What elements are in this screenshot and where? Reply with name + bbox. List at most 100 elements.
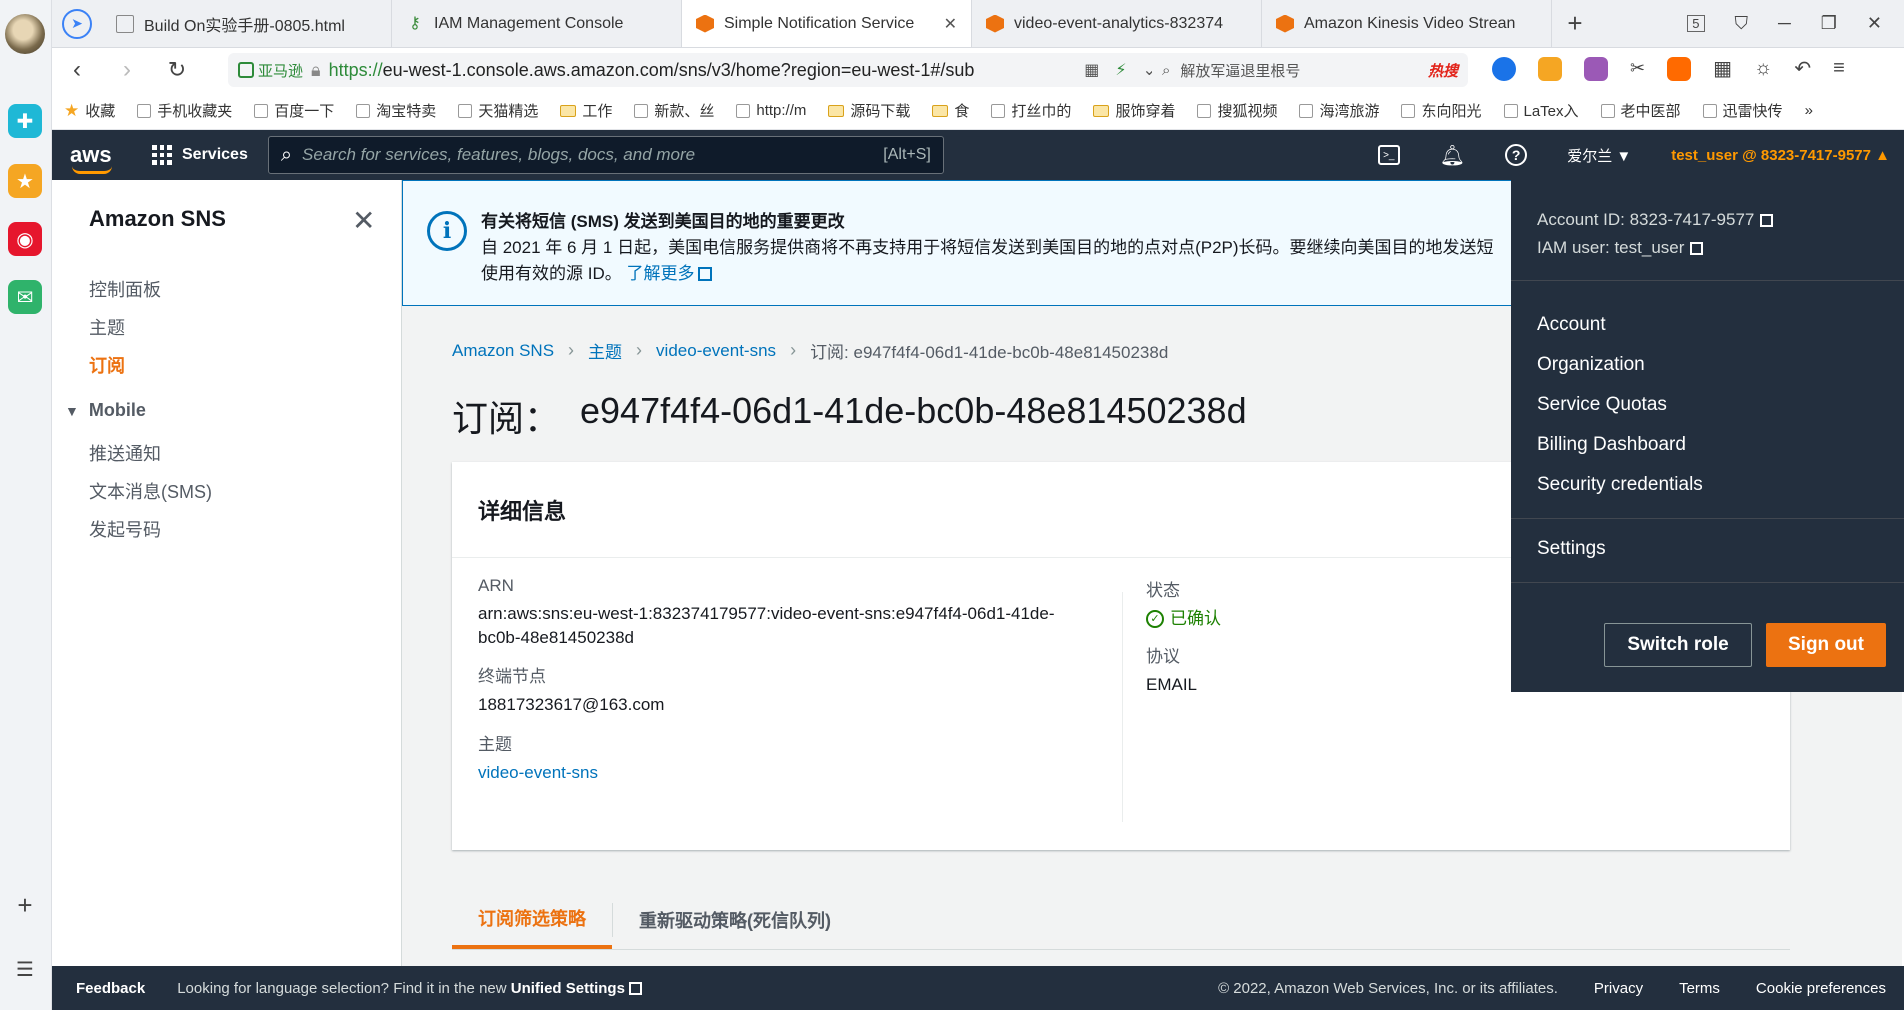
favorites-star-icon[interactable]: ★ (8, 164, 42, 198)
menu-item-organization[interactable]: Organization (1537, 354, 1645, 376)
menu-item-service-quotas[interactable]: Service Quotas (1537, 394, 1667, 416)
shield-extension-icon[interactable] (1538, 56, 1562, 81)
breadcrumb-item[interactable]: 主题 (588, 338, 622, 363)
aws-footer: Feedback Looking for language selection?… (52, 966, 1904, 1010)
tab-counter-icon[interactable]: 5 (1687, 15, 1705, 32)
bookmark-item[interactable]: 手机收藏夹 (137, 100, 232, 121)
aws-search-input[interactable]: ⌕ Search for services, features, blogs, … (267, 136, 944, 174)
bookmark-item[interactable]: 东向阳光 (1401, 100, 1482, 121)
bookmark-item[interactable]: 天猫精选 (458, 100, 538, 121)
bookmark-item[interactable]: LaTex入 (1503, 100, 1579, 121)
bookmark-item[interactable]: 食 (932, 100, 969, 121)
navigation-compass-icon[interactable]: ➤ (62, 8, 92, 39)
aws-logo[interactable]: aws (70, 142, 134, 174)
bookmarks-overflow-icon[interactable]: » (1805, 102, 1813, 119)
qr-code-icon[interactable]: ▦ (1084, 60, 1099, 80)
terms-link[interactable]: Terms (1679, 980, 1720, 997)
browser-tab-active[interactable]: Simple Notification Service ✕ (682, 0, 972, 47)
browser-tab[interactable]: Amazon Kinesis Video Strean (1262, 0, 1552, 47)
switch-role-button[interactable]: Switch role (1604, 623, 1752, 667)
sidebar-item-origination-numbers[interactable]: 发起号码 (89, 516, 161, 542)
brightness-icon[interactable]: ☼ (1754, 57, 1772, 80)
learn-more-link[interactable]: 了解更多 (626, 264, 713, 283)
bookmark-item[interactable]: 海湾旅游 (1299, 100, 1379, 121)
copy-icon[interactable] (1690, 242, 1704, 255)
help-icon[interactable]: ? (1505, 144, 1528, 166)
breadcrumb: Amazon SNS › 主题 › video-event-sns › 订阅: … (452, 338, 1168, 363)
sidebar-item-subscriptions[interactable]: 订阅 (89, 352, 125, 378)
close-icon[interactable]: ✕ (352, 204, 375, 237)
sidebar-item-sms[interactable]: 文本消息(SMS) (89, 478, 212, 504)
bookmark-item[interactable]: ★ 收藏 (64, 100, 115, 121)
region-selector[interactable]: 爱尔兰 ▼ (1567, 145, 1631, 166)
restore-icon[interactable]: ❐ (1821, 13, 1837, 34)
forward-icon[interactable]: › (102, 56, 152, 84)
copy-icon[interactable] (1760, 214, 1774, 227)
menu-item-settings[interactable]: Settings (1537, 538, 1606, 560)
browser-tab[interactable]: video-event-analytics-832374 (972, 0, 1262, 47)
bookmark-item[interactable]: 源码下载 (828, 100, 910, 121)
cloudshell-icon[interactable]: >_ (1377, 145, 1400, 165)
minimize-icon[interactable]: ─ (1778, 13, 1791, 34)
feedback-button[interactable]: Feedback (76, 980, 145, 997)
apps-grid-icon[interactable]: ▦ (1713, 56, 1732, 81)
flash-title: 有关将短信 (SMS) 发送到美国目的地的重要更改 (481, 212, 845, 231)
translate-icon[interactable]: ✚ (8, 104, 42, 138)
sign-out-button[interactable]: Sign out (1766, 623, 1886, 667)
sidebar-item-dashboard[interactable]: 控制面板 (89, 276, 161, 302)
back-icon[interactable]: ‹ (52, 56, 102, 84)
cookie-preferences-link[interactable]: Cookie preferences (1756, 980, 1886, 997)
menu-item-security-credentials[interactable]: Security credentials (1537, 474, 1703, 496)
hot-search-badge[interactable]: 热搜 (1428, 60, 1458, 81)
sidebar-section-mobile[interactable]: ▼ Mobile (65, 400, 146, 421)
bookmark-item[interactable]: 百度一下 (254, 100, 334, 121)
menu-item-billing-dashboard[interactable]: Billing Dashboard (1537, 434, 1686, 456)
bookmark-item[interactable]: 工作 (560, 100, 612, 121)
tab-filter-policy[interactable]: 订阅筛选策略 (452, 890, 612, 949)
bookmark-item[interactable]: 老中医部 (1600, 100, 1681, 121)
breadcrumb-item[interactable]: video-event-sns (656, 341, 776, 361)
bookmark-item[interactable]: 打丝巾的 (991, 100, 1071, 121)
close-tab-icon[interactable]: ✕ (944, 14, 957, 34)
undo-icon[interactable]: ↶ (1794, 56, 1811, 81)
tab-redrive-policy[interactable]: 重新驱动策略(死信队列) (613, 890, 857, 949)
url-input[interactable]: 亚马逊 🔒︎ https://eu-west-1.console.aws.ama… (228, 53, 1166, 87)
browser-tab[interactable]: Build On实验手册-0805.html (102, 0, 392, 47)
menu-list-icon[interactable]: ☰ (8, 952, 42, 986)
bookmark-item[interactable]: 服饰穿着 (1093, 100, 1175, 121)
mail-icon[interactable]: ✉ (8, 280, 42, 314)
translate-extension-icon[interactable] (1584, 56, 1608, 81)
user-avatar[interactable] (5, 14, 45, 54)
shirt-skin-icon[interactable]: ⛉ (1735, 13, 1749, 34)
scissors-icon[interactable]: ✂ (1630, 58, 1645, 79)
weibo-icon[interactable]: ◉ (8, 222, 42, 256)
notifications-bell-icon[interactable]: 🔔︎ (1440, 143, 1465, 168)
certificate-badge[interactable]: 亚马逊 (238, 60, 303, 81)
breadcrumb-item[interactable]: Amazon SNS (452, 341, 554, 361)
bookmark-item[interactable]: 迅雷快传 (1702, 100, 1783, 121)
unified-settings-link[interactable]: Unified Settings (511, 980, 625, 997)
browser-menu-icon[interactable]: ≡ (1833, 57, 1845, 80)
privacy-link[interactable]: Privacy (1594, 980, 1643, 997)
close-window-icon[interactable]: ✕ (1867, 13, 1882, 34)
bookmark-item[interactable]: 搜狐视频 (1197, 100, 1277, 121)
menu-item-account[interactable]: Account (1537, 314, 1606, 336)
sidebar-item-push[interactable]: 推送通知 (89, 440, 161, 466)
services-menu-button[interactable]: Services (152, 145, 248, 165)
reload-icon[interactable]: ↻ (152, 57, 202, 83)
browser-search-input[interactable]: ⌕ 解放军逼退里根号 热搜 (1152, 53, 1468, 87)
services-grid-icon (152, 145, 172, 165)
game-icon[interactable] (1667, 56, 1692, 81)
bookmark-item[interactable]: 新款、丝 (634, 100, 714, 121)
lightning-icon[interactable]: ⚡︎ (1115, 60, 1126, 80)
bookmark-item[interactable]: http://m (736, 102, 806, 119)
new-tab-button[interactable]: + (1552, 0, 1598, 47)
account-menu-button[interactable]: test_user @ 8323-7417-9577 ▲ (1671, 147, 1890, 164)
add-icon[interactable]: + (8, 888, 42, 922)
chevron-right-icon: › (636, 340, 643, 360)
zhihu-icon[interactable] (1492, 56, 1516, 81)
sidebar-item-topics[interactable]: 主题 (89, 314, 125, 340)
browser-tab[interactable]: ⚷ IAM Management Console (392, 0, 682, 47)
bookmark-item[interactable]: 淘宝特卖 (356, 100, 436, 121)
topic-link[interactable]: video-event-sns (478, 761, 598, 785)
